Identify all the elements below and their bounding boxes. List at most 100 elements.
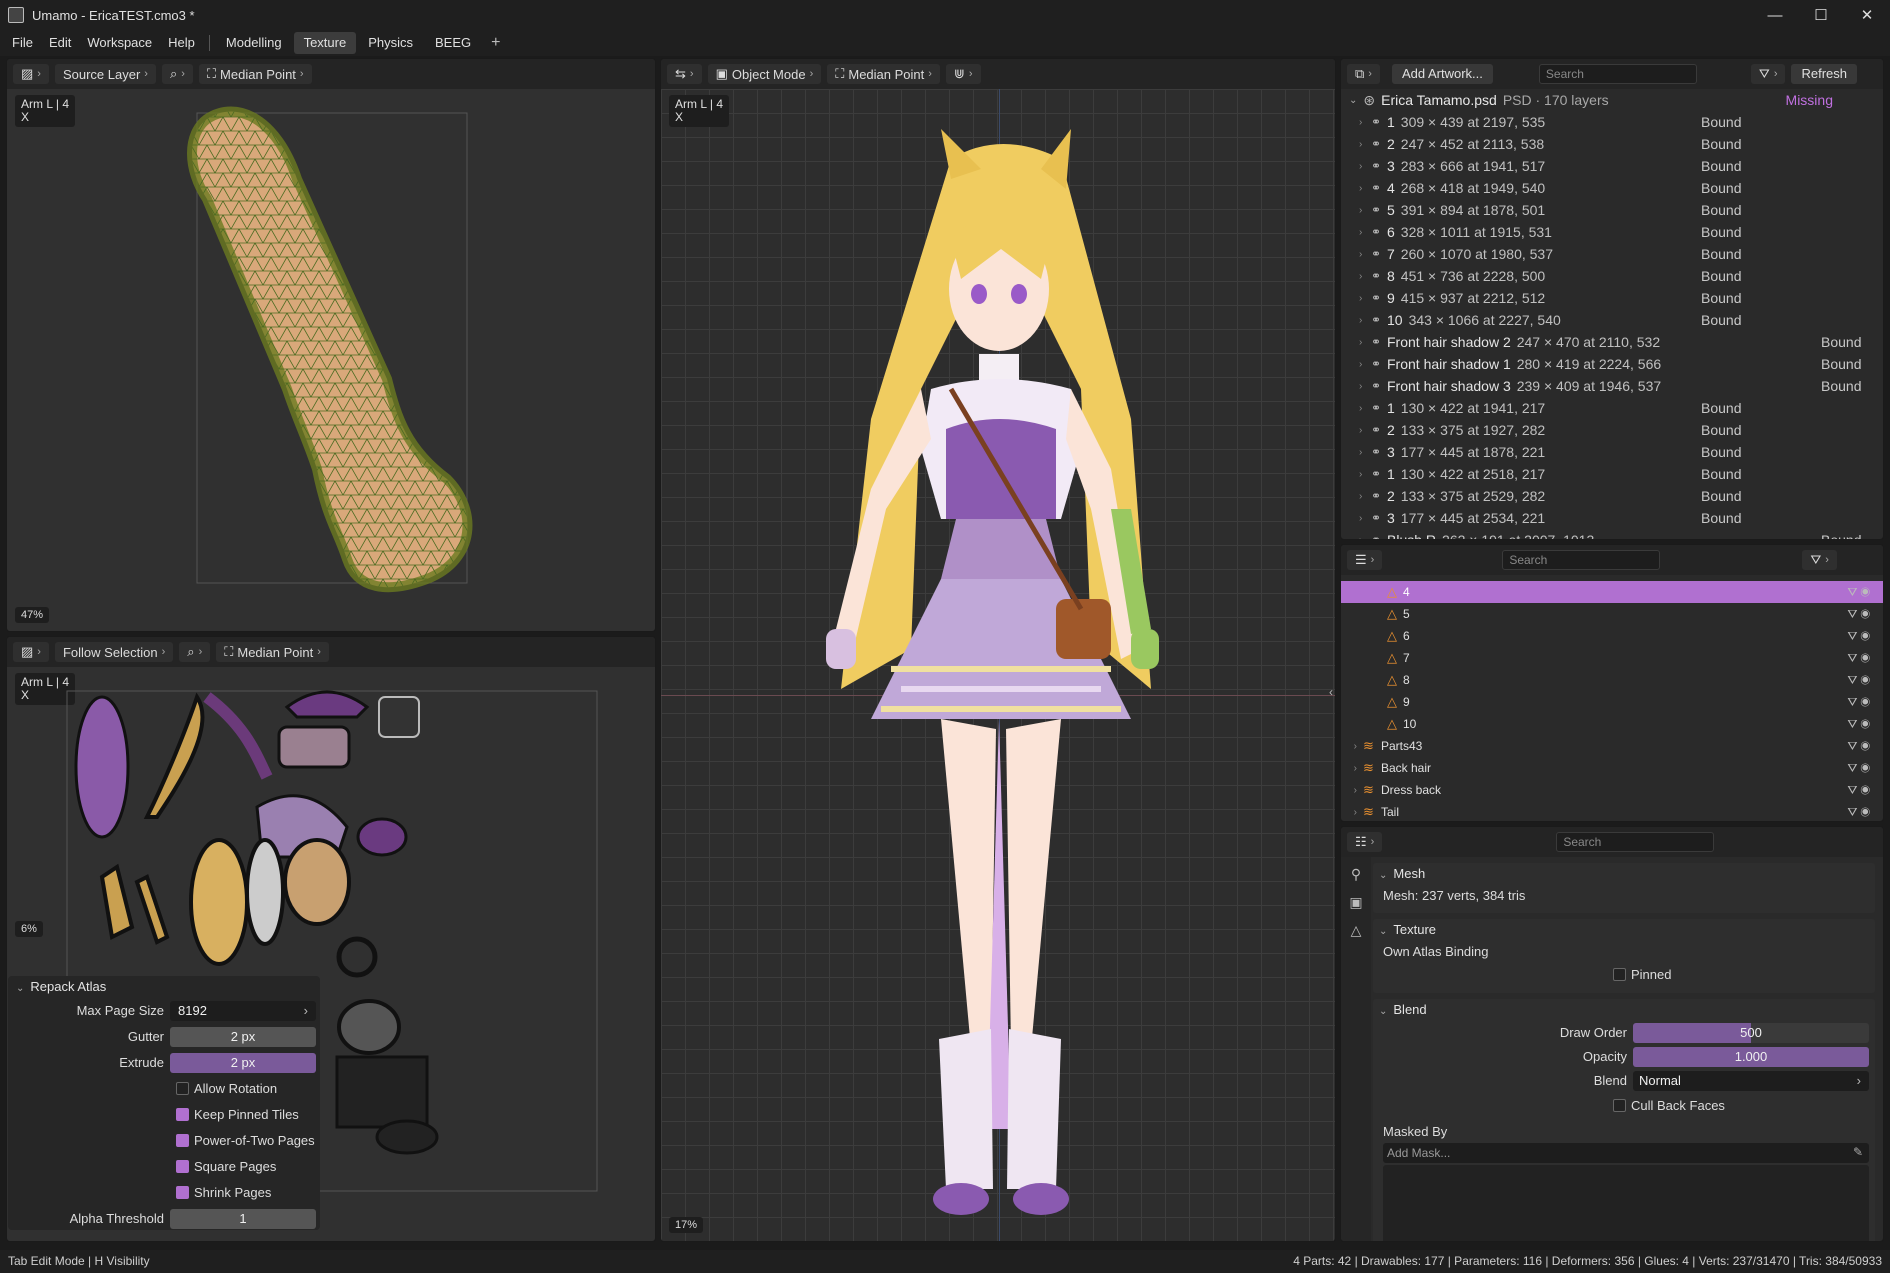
pivot-dropdown[interactable]: ⛶ Median Point › xyxy=(198,64,312,84)
max-page-size-dropdown[interactable]: 8192 › xyxy=(170,1001,316,1021)
artwork-layer-row[interactable]: › ⚭ 7 260 × 1070 at 1980, 537 Bound xyxy=(1341,243,1883,265)
artwork-layer-row[interactable]: › ⚭ 2 133 × 375 at 1927, 282 Bound xyxy=(1341,419,1883,441)
allow-rotation-checkbox[interactable] xyxy=(176,1082,189,1095)
pivot-dropdown[interactable]: ⛶ Median Point › xyxy=(827,64,940,84)
search-tool-button[interactable]: ⌕ › xyxy=(179,642,211,662)
artwork-layer-row[interactable]: › ⚭ Front hair shadow 2 247 × 470 at 2110, … xyxy=(1341,331,1883,353)
add-workspace-button[interactable]: + xyxy=(483,34,508,52)
visibility-eye-icon[interactable]: ⛛◉ xyxy=(1847,695,1873,710)
artwork-layer-row[interactable]: › ⚭ 5 391 × 894 at 1878, 501 Bound xyxy=(1341,199,1883,221)
tab-modelling[interactable]: Modelling xyxy=(216,32,292,54)
source-layer-dropdown[interactable]: Source Layer › xyxy=(54,64,156,84)
add-mask-input[interactable]: Add Mask... ✎ xyxy=(1383,1143,1869,1163)
outliner-group-row[interactable]: › ≋ Parts43 ⛛◉ xyxy=(1341,735,1883,757)
outliner-group-row[interactable]: › ≋ Dress back ⛛◉ xyxy=(1341,779,1883,801)
outliner-mesh-row[interactable]: △ 5 ⛛◉ xyxy=(1341,603,1883,625)
artwork-layer-row[interactable]: › ⚭ 3 177 × 445 at 1878, 221 Bound xyxy=(1341,441,1883,463)
object-icon[interactable]: ▣ xyxy=(1345,891,1367,913)
editor-type-button[interactable]: ⇆ › xyxy=(667,64,702,84)
outliner-group-row[interactable]: › ≋ Back hair ⛛◉ xyxy=(1341,757,1883,779)
artwork-layer-row[interactable]: › ⚭ Front hair shadow 3 239 × 409 at 1946, … xyxy=(1341,375,1883,397)
artwork-layer-row[interactable]: › ⚭ 8 451 × 736 at 2228, 500 Bound xyxy=(1341,265,1883,287)
visibility-eye-icon[interactable]: ⛛◉ xyxy=(1847,585,1873,600)
artwork-layer-row[interactable]: › ⚭ 10 343 × 1066 at 2227, 540 Bound xyxy=(1341,309,1883,331)
tab-beeg[interactable]: BEEG xyxy=(425,32,481,54)
filter-button[interactable]: ⛛ › xyxy=(1802,550,1837,570)
extrude-field[interactable]: 2 px xyxy=(170,1053,316,1073)
artwork-layer-row[interactable]: › ⚭ 1 130 × 422 at 2518, 217 Bound xyxy=(1341,463,1883,485)
editor-type-button[interactable]: ☰ › xyxy=(1347,550,1383,570)
maximize-button[interactable]: ☐ xyxy=(1798,0,1844,30)
visibility-eye-icon[interactable]: ⛛◉ xyxy=(1847,761,1873,776)
visibility-eye-icon[interactable]: ⛛◉ xyxy=(1847,629,1873,644)
opacity-slider[interactable]: 1.000 xyxy=(1633,1047,1869,1067)
cull-back-faces-checkbox[interactable] xyxy=(1613,1099,1626,1112)
menu-help[interactable]: Help xyxy=(160,30,203,56)
artwork-layer-row[interactable]: › ⚭ 6 328 × 1011 at 1915, 531 Bound xyxy=(1341,221,1883,243)
close-button[interactable]: ✕ xyxy=(1844,0,1890,30)
mode-dropdown[interactable]: ▣ Object Mode › xyxy=(707,64,822,84)
visibility-eye-icon[interactable]: ⛛◉ xyxy=(1847,673,1873,688)
artwork-layer-row[interactable]: › ⚭ 2 133 × 375 at 2529, 282 Bound xyxy=(1341,485,1883,507)
blend-section-header[interactable]: ⌄ Blend xyxy=(1373,999,1875,1021)
artwork-layer-row[interactable]: › ⚭ 3 283 × 666 at 1941, 517 Bound xyxy=(1341,155,1883,177)
artwork-layer-row[interactable]: › ⚭ 2 247 × 452 at 2113, 538 Bound xyxy=(1341,133,1883,155)
pivot-dropdown[interactable]: ⛶ Median Point › xyxy=(216,642,329,662)
main-viewport[interactable]: Arm L | 4X 17% ‹ xyxy=(661,89,1335,1241)
properties-search-input[interactable]: Search xyxy=(1556,832,1715,852)
outliner-search-input[interactable]: Search xyxy=(1502,550,1661,570)
editor-type-button[interactable]: ▨ › xyxy=(13,64,49,84)
visibility-eye-icon[interactable]: ⛛◉ xyxy=(1847,607,1873,622)
artwork-layer-row[interactable]: ›⚭Blush R 262 × 191 at 2007, 1013 Bound xyxy=(1341,529,1883,539)
add-artwork-button[interactable]: Add Artwork... xyxy=(1391,64,1493,84)
rig-icon[interactable]: ⚲ xyxy=(1345,863,1367,885)
outliner-mesh-row[interactable]: △ 9 ⛛◉ xyxy=(1341,691,1883,713)
menu-workspace[interactable]: Workspace xyxy=(79,30,160,56)
gutter-field[interactable]: 2 px xyxy=(170,1027,316,1047)
outliner-mesh-row[interactable]: △ 7 ⛛◉ xyxy=(1341,647,1883,669)
filter-button[interactable]: ⛛ › xyxy=(1750,64,1786,84)
search-tool-button[interactable]: ⌕ › xyxy=(161,64,193,84)
artwork-layer-row[interactable]: › ⚭ Front hair shadow 1 280 × 419 at 2224, … xyxy=(1341,353,1883,375)
mesh-icon[interactable]: △ xyxy=(1345,919,1367,941)
outliner-mesh-row[interactable]: △ 10 ⛛◉ xyxy=(1341,713,1883,735)
minimize-button[interactable]: — xyxy=(1752,0,1798,30)
collapse-sidebar-icon[interactable]: ‹ xyxy=(1329,685,1333,699)
visibility-eye-icon[interactable]: ⛛◉ xyxy=(1847,783,1873,798)
visibility-eye-icon[interactable]: ⛛◉ xyxy=(1847,717,1873,732)
mesh-section-header[interactable]: ⌄ Mesh xyxy=(1373,863,1875,885)
repack-header[interactable]: ⌄ Repack Atlas xyxy=(8,976,320,998)
snap-button[interactable]: ⋓ › xyxy=(945,64,981,84)
editor-type-button[interactable]: ⧉ › xyxy=(1347,64,1380,84)
alpha-threshold-field[interactable]: 1 xyxy=(170,1209,316,1229)
visibility-eye-icon[interactable]: ⛛◉ xyxy=(1847,651,1873,666)
source-viewport[interactable]: Arm L | 4X 47% xyxy=(7,89,655,631)
artwork-layer-row[interactable]: › ⚭ 3 177 × 445 at 2534, 221 Bound xyxy=(1341,507,1883,529)
visibility-eye-icon[interactable]: ⛛◉ xyxy=(1847,805,1873,820)
tab-texture[interactable]: Texture xyxy=(293,32,357,54)
pinned-checkbox[interactable] xyxy=(1613,968,1626,981)
outliner-mesh-row[interactable]: △ 8 ⛛◉ xyxy=(1341,669,1883,691)
artwork-search-input[interactable]: Search xyxy=(1538,64,1697,84)
refresh-button[interactable]: Refresh xyxy=(1791,64,1858,84)
texture-section-header[interactable]: ⌄ Texture xyxy=(1373,919,1875,941)
draw-order-slider[interactable]: 500 xyxy=(1633,1023,1869,1043)
editor-type-button[interactable]: ▨ › xyxy=(13,642,49,662)
artwork-layer-row[interactable]: › ⚭ 1 309 × 439 at 2197, 535 Bound xyxy=(1341,111,1883,133)
artwork-layer-row[interactable]: › ⚭ 9 415 × 937 at 2212, 512 Bound xyxy=(1341,287,1883,309)
menu-file[interactable]: File xyxy=(4,30,41,56)
artwork-layer-row[interactable]: › ⚭ 1 130 × 422 at 1941, 217 Bound xyxy=(1341,397,1883,419)
follow-selection-dropdown[interactable]: Follow Selection › xyxy=(54,642,174,662)
keep-pinned-checkbox[interactable] xyxy=(176,1108,189,1121)
tab-physics[interactable]: Physics xyxy=(358,32,423,54)
psd-file-row[interactable]: ⌄ ⊛ Erica Tamamo.psd PSD · 170 layers Mi… xyxy=(1341,89,1883,111)
outliner-mesh-row[interactable]: △ 4 ⛛◉ xyxy=(1341,581,1883,603)
editor-type-button[interactable]: ☷ › xyxy=(1347,832,1383,852)
outliner-mesh-row[interactable]: △ 6 ⛛◉ xyxy=(1341,625,1883,647)
visibility-eye-icon[interactable]: ⛛◉ xyxy=(1847,739,1873,754)
outliner-group-row[interactable]: › ≋ Tail ⛛◉ xyxy=(1341,801,1883,821)
blend-mode-dropdown[interactable]: Normal › xyxy=(1633,1071,1869,1091)
artwork-layer-row[interactable]: › ⚭ 4 268 × 418 at 1949, 540 Bound xyxy=(1341,177,1883,199)
square-pages-checkbox[interactable] xyxy=(176,1160,189,1173)
pow2-checkbox[interactable] xyxy=(176,1134,189,1147)
